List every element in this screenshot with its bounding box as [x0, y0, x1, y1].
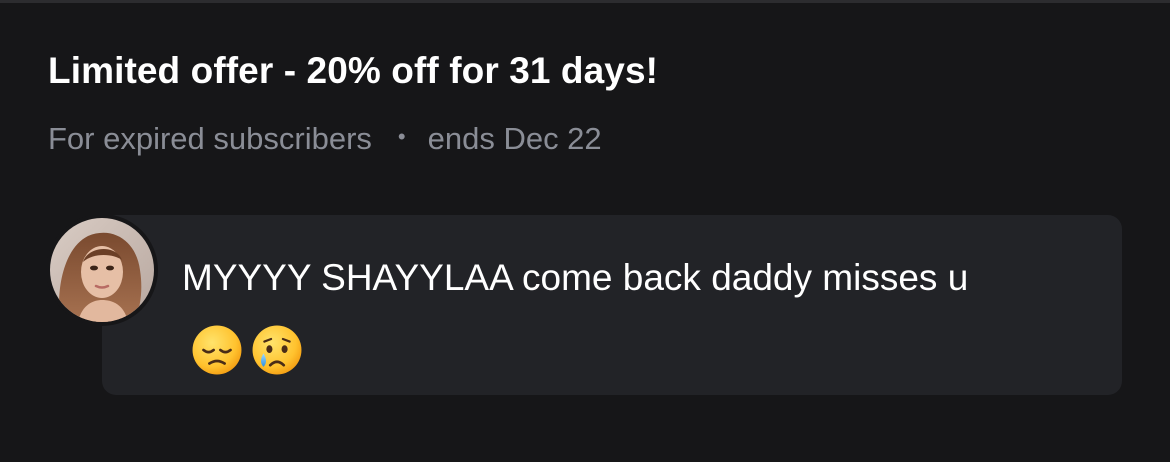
crying-face-emoji	[252, 325, 302, 375]
offer-message: MYYYY SHAYYLAA come back daddy misses u	[182, 241, 1082, 389]
avatar-photo	[50, 218, 154, 322]
meta-separator: •	[397, 124, 406, 149]
offer-message-text: MYYYY SHAYYLAA come back daddy misses u	[182, 257, 969, 298]
offer-message-card: MYYYY SHAYYLAA come back daddy misses u	[102, 215, 1122, 395]
profile-photo-icon	[50, 218, 154, 322]
offer-audience: For expired subscribers	[48, 121, 372, 156]
top-divider	[0, 0, 1170, 3]
offer-title: Limited offer - 20% off for 31 days!	[48, 50, 659, 91]
emoji-group	[190, 323, 304, 377]
disappointed-face-emoji	[192, 325, 242, 375]
offer-end-date: ends Dec 22	[427, 121, 602, 156]
avatar[interactable]	[46, 214, 158, 326]
offer-meta: For expired subscribers • ends Dec 22	[48, 121, 602, 157]
